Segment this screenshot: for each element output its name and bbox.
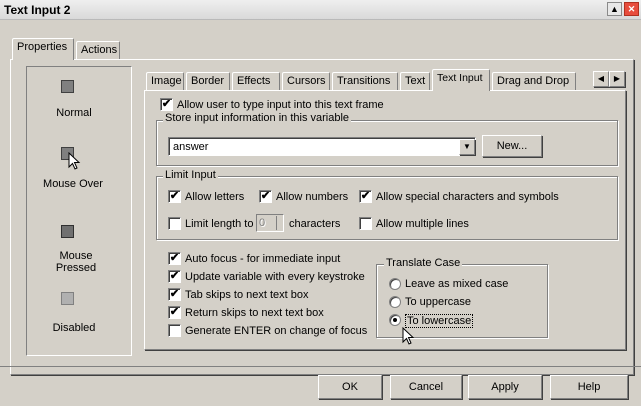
tab-image[interactable]: Image xyxy=(146,72,184,91)
title-bar xyxy=(0,0,641,20)
normal-state-icon[interactable] xyxy=(61,80,74,93)
allow-letters-checkbox[interactable]: ✔ xyxy=(168,190,181,203)
state-label-disabled: Disabled xyxy=(52,322,96,334)
tab-text[interactable]: Text xyxy=(400,72,430,91)
limit-length-spinner[interactable] xyxy=(276,216,284,230)
characters-label: characters xyxy=(289,218,341,230)
update-variable-checkbox[interactable]: ✔ xyxy=(168,270,181,283)
ok-button[interactable]: OK xyxy=(318,375,382,399)
tab-skips-checkbox[interactable]: ✔ xyxy=(168,288,181,301)
limit-input-group-label: Limit Input xyxy=(163,169,218,181)
limit-length-value: 0 xyxy=(259,217,266,229)
footer-divider xyxy=(0,366,641,367)
allow-special-label: Allow special characters and symbols xyxy=(376,191,559,203)
mouse-cursor-icon xyxy=(402,327,415,345)
close-icon[interactable]: ✕ xyxy=(624,2,639,16)
tab-border[interactable]: Border xyxy=(186,72,230,91)
return-skips-label: Return skips to next text box xyxy=(185,307,324,319)
allow-multiple-lines-label: Allow multiple lines xyxy=(376,218,469,230)
minimize-icon[interactable]: ▲ xyxy=(607,2,622,16)
allow-special-checkbox[interactable]: ✔ xyxy=(359,190,372,203)
help-button[interactable]: Help xyxy=(550,375,628,399)
allow-multiple-lines-checkbox[interactable] xyxy=(359,217,372,230)
tab-scroll-right-icon[interactable]: ▶ xyxy=(609,71,625,87)
mouse-pressed-state-icon[interactable] xyxy=(61,225,74,238)
tab-properties[interactable]: Properties xyxy=(12,38,74,60)
variable-select-value: answer xyxy=(173,141,209,153)
limit-length-checkbox[interactable] xyxy=(168,217,181,230)
state-label-mouse-pressed: Mouse Pressed xyxy=(55,250,97,274)
state-label-normal: Normal xyxy=(56,107,92,119)
case-upper-radio[interactable] xyxy=(389,296,401,308)
generate-enter-checkbox[interactable] xyxy=(168,324,181,337)
auto-focus-label: Auto focus - for immediate input xyxy=(185,253,341,265)
new-variable-button[interactable]: New... xyxy=(482,135,542,157)
dropdown-arrow-icon[interactable]: ▼ xyxy=(459,139,475,155)
case-lower-radio[interactable] xyxy=(389,314,401,326)
variable-select[interactable] xyxy=(168,137,476,156)
case-upper-label: To uppercase xyxy=(405,296,472,308)
tab-scroll-left-icon[interactable]: ◀ xyxy=(593,71,609,87)
case-mixed-radio[interactable] xyxy=(389,278,401,290)
translate-case-group-label: Translate Case xyxy=(384,257,463,269)
window-title: Text Input 2 xyxy=(4,3,71,17)
limit-input-group xyxy=(156,176,618,240)
auto-focus-checkbox[interactable]: ✔ xyxy=(168,252,181,265)
allow-user-input-checkbox[interactable]: ✔ xyxy=(160,98,173,111)
tab-skips-label: Tab skips to next text box xyxy=(185,289,309,301)
tab-drag-and-drop[interactable]: Drag and Drop xyxy=(492,72,576,91)
limit-length-label: Limit length to xyxy=(185,218,254,230)
apply-button[interactable]: Apply xyxy=(468,375,542,399)
tab-transitions[interactable]: Transitions xyxy=(332,72,398,91)
state-label-mouse-over: Mouse Over xyxy=(43,178,103,190)
cursor-arrow-icon xyxy=(68,152,81,170)
update-variable-label: Update variable with every keystroke xyxy=(185,271,365,283)
allow-letters-label: Allow letters xyxy=(185,191,245,203)
return-skips-checkbox[interactable]: ✔ xyxy=(168,306,181,319)
case-lower-label: To lowercase xyxy=(405,314,474,328)
store-variable-group-label: Store input information in this variable xyxy=(163,112,352,124)
disabled-state-icon[interactable] xyxy=(61,292,74,305)
case-mixed-label: Leave as mixed case xyxy=(405,278,509,290)
tab-cursors[interactable]: Cursors xyxy=(282,72,330,91)
cancel-button[interactable]: Cancel xyxy=(390,375,462,399)
generate-enter-label: Generate ENTER on change of focus xyxy=(185,325,368,337)
allow-numbers-checkbox[interactable]: ✔ xyxy=(259,190,272,203)
tab-text-input[interactable]: Text Input xyxy=(432,69,490,91)
tab-actions[interactable]: Actions xyxy=(76,41,120,60)
allow-numbers-label: Allow numbers xyxy=(276,191,349,203)
tab-effects[interactable]: Effects xyxy=(232,72,280,91)
allow-user-input-label: Allow user to type input into this text … xyxy=(177,99,384,111)
